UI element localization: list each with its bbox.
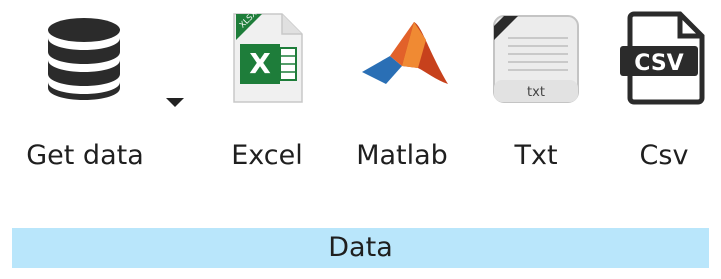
txt-file-icon: txt [488,10,584,106]
get-data-dropdown-arrow-icon[interactable] [166,98,184,107]
excel-label: Excel [231,140,303,171]
csv-icon-text: CSV [634,51,683,76]
matlab-button[interactable]: Matlab [344,0,460,205]
svg-text:X: X [249,47,271,80]
txt-button[interactable]: txt Txt [484,0,588,205]
get-data-button[interactable]: Get data [0,0,170,205]
txt-label: Txt [514,140,558,171]
txt-icon-text: txt [527,85,545,100]
group-label-data: Data [12,228,709,268]
excel-button[interactable]: XLSX X Excel [212,0,322,205]
matlab-label: Matlab [356,140,448,171]
excel-file-icon: XLSX X [222,10,312,106]
csv-label: Csv [639,140,689,171]
csv-button[interactable]: CSV Csv [612,0,716,205]
database-icon [36,10,132,106]
ribbon-group-data: Get data XLSX X Excel Matlab txt Txt CSV… [0,0,721,279]
matlab-icon [356,10,452,106]
csv-file-icon: CSV [616,10,712,106]
get-data-label: Get data [26,140,144,171]
